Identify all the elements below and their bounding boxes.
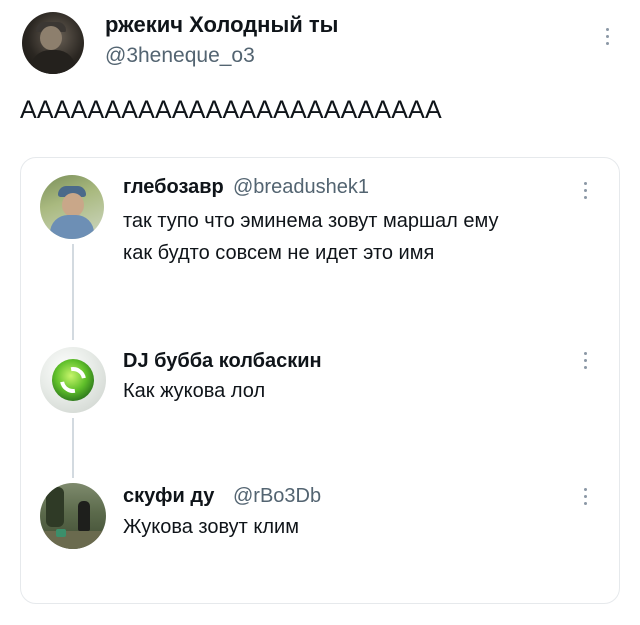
quote-text-line: так тупо что эминема зовут маршал ему	[123, 210, 499, 232]
quote-avatar-3[interactable]	[40, 483, 106, 549]
more-options-icon[interactable]	[584, 488, 588, 509]
more-options-icon[interactable]	[584, 182, 588, 203]
more-options-icon[interactable]	[584, 352, 588, 373]
avatar-ground	[40, 531, 106, 549]
quote-author-name[interactable]: глебозавр	[123, 176, 224, 199]
quote-author-name[interactable]: DJ бубба колбаскин	[123, 350, 322, 373]
avatar-bag	[56, 529, 66, 537]
quote-author-name[interactable]: скуфи ду	[123, 485, 214, 508]
quote-text: Жукова зовут клим	[123, 516, 299, 538]
tweet-text: ААААААААААААААААААААААААА	[20, 96, 442, 124]
thread-connector	[72, 244, 74, 340]
avatar-body	[30, 50, 76, 74]
author-name[interactable]: ржекич Холодный ты	[105, 12, 338, 38]
avatar-shirt	[50, 215, 94, 239]
quote-text: Как жукова лол	[123, 380, 266, 402]
more-options-icon[interactable]	[606, 28, 610, 49]
quote-avatar-2[interactable]	[40, 347, 106, 413]
avatar-head	[40, 26, 62, 50]
avatar-person	[78, 501, 90, 531]
thread-connector	[72, 418, 74, 478]
quote-author-handle[interactable]: @breadushek1	[233, 176, 369, 199]
author-avatar[interactable]	[22, 12, 84, 74]
avatar-face	[62, 193, 84, 217]
quote-author-handle[interactable]: @rBo3Db	[233, 485, 321, 508]
quote-avatar-1[interactable]	[40, 175, 104, 239]
avatar-tree	[46, 487, 64, 527]
author-handle[interactable]: @3heneque_o3	[105, 44, 255, 68]
quote-text-line: как будто совсем не идет это имя	[123, 242, 435, 264]
